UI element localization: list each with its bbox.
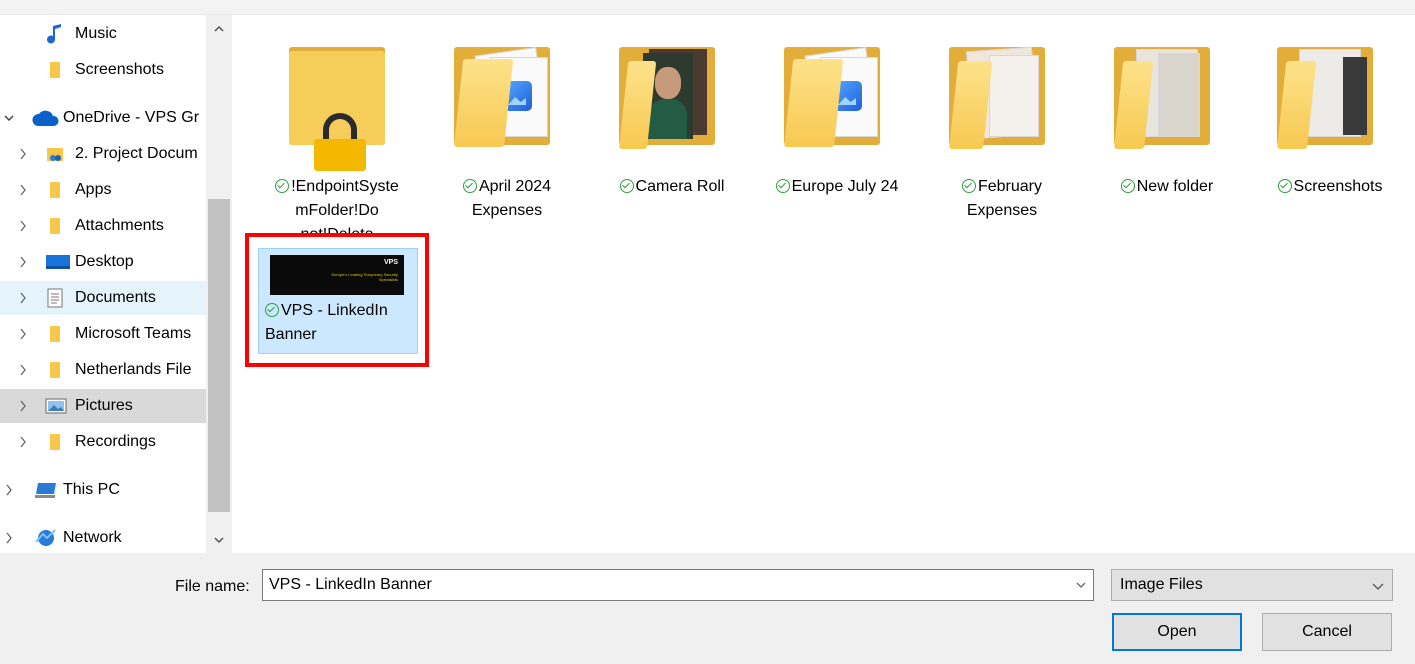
dialog-top-edge (0, 0, 1415, 15)
open-button[interactable]: Open (1112, 613, 1242, 651)
file-tile-selected[interactable]: VPS Europe's Leading Temporary Security … (258, 248, 418, 354)
navigation-pane: Music Screenshots OneDrive - VPS Gr 2. P… (0, 15, 232, 553)
nav-item-microsoft-teams[interactable]: Microsoft Teams (0, 317, 206, 351)
chevron-down-icon (1372, 578, 1384, 596)
file-list-pane: !EndpointSyste mFolder!Do not!Delete Apr… (232, 15, 1415, 553)
sync-status-icon (775, 179, 790, 193)
file-type-select[interactable]: Image Files (1111, 569, 1393, 601)
folder-tile[interactable]: April 2024 Expenses (422, 43, 592, 223)
folder-icon (44, 60, 66, 80)
this-pc-icon (32, 480, 60, 500)
nav-item-apps[interactable]: Apps (0, 173, 206, 207)
documents-icon (44, 288, 66, 308)
folder-tile[interactable]: Europe July 24 (752, 43, 922, 223)
folder-icon (1277, 43, 1373, 149)
lock-icon (314, 113, 366, 171)
scroll-up-arrow-icon[interactable] (206, 17, 232, 39)
vps-logo: VPS (383, 259, 398, 266)
folder-icon (784, 43, 880, 147)
nav-scrollbar[interactable] (206, 15, 232, 553)
sync-status-icon (462, 179, 477, 193)
nav-item-pictures[interactable]: Pictures (0, 389, 206, 423)
nav-item-attachments[interactable]: Attachments (0, 209, 206, 243)
nav-item-network[interactable]: Network (0, 521, 206, 553)
nav-item-music[interactable]: Music (0, 17, 206, 51)
desktop-icon (44, 252, 72, 272)
chevron-right-icon[interactable] (18, 291, 28, 305)
chevron-right-icon[interactable] (18, 399, 28, 413)
nav-item-this-pc[interactable]: This PC (0, 473, 206, 507)
sync-status-icon (1120, 179, 1135, 193)
nav-item-screenshots[interactable]: Screenshots (0, 53, 206, 87)
folder-tile[interactable]: Screenshots (1245, 43, 1415, 223)
folder-icon (949, 43, 1045, 149)
chevron-right-icon[interactable] (18, 147, 28, 161)
nav-item-onedrive[interactable]: OneDrive - VPS Gr (0, 101, 206, 135)
chevron-down-icon[interactable] (4, 111, 14, 125)
folder-name: !EndpointSyste (291, 178, 399, 195)
folder-icon (44, 216, 66, 236)
sharepoint-folder-icon (44, 144, 66, 164)
dialog-footer: File name: Image Files Open Cancel (0, 553, 1415, 664)
nav-item-recordings[interactable]: Recordings (0, 425, 206, 459)
chevron-right-icon[interactable] (18, 183, 28, 197)
folder-icon (454, 43, 550, 147)
folder-icon (619, 43, 715, 149)
thumbnail-tagline: Europe's Leading Temporary Security Spec… (331, 272, 398, 282)
sync-status-icon (619, 179, 634, 193)
sync-status-icon (1277, 179, 1292, 193)
pictures-icon (44, 396, 68, 416)
image-thumbnail: VPS Europe's Leading Temporary Security … (270, 255, 404, 295)
folder-name: New folder (1136, 178, 1214, 195)
chevron-right-icon[interactable] (18, 255, 28, 269)
chevron-right-icon[interactable] (4, 531, 14, 545)
chevron-right-icon[interactable] (4, 483, 14, 497)
scroll-down-arrow-icon[interactable] (206, 529, 232, 551)
folder-tile[interactable]: February Expenses (917, 43, 1087, 223)
network-icon (32, 528, 60, 548)
chevron-right-icon[interactable] (18, 435, 28, 449)
folder-icon (44, 324, 66, 344)
file-type-value: Image Files (1120, 576, 1203, 593)
onedrive-cloud-icon (32, 108, 60, 128)
folder-tile[interactable]: Camera Roll (587, 43, 757, 223)
file-name-input[interactable] (262, 569, 1094, 601)
sync-status-icon (265, 303, 279, 317)
folder-icon (44, 432, 66, 452)
chevron-right-icon[interactable] (18, 363, 28, 377)
scrollbar-thumb[interactable] (208, 199, 230, 512)
nav-item-project-documents[interactable]: 2. Project Docum (0, 137, 206, 171)
sync-status-icon (275, 179, 290, 193)
folder-icon (44, 180, 66, 200)
folder-name: Camera Roll (635, 178, 725, 195)
folder-name: February (977, 178, 1043, 195)
nav-item-desktop[interactable]: Desktop (0, 245, 206, 279)
file-name-label: File name: (175, 578, 250, 595)
folder-icon (1114, 43, 1210, 149)
nav-item-documents[interactable]: Documents (0, 281, 206, 315)
folder-icon (44, 360, 66, 380)
music-note-icon (44, 24, 66, 44)
folder-tile[interactable]: New folder (1082, 43, 1252, 223)
folder-tile[interactable]: !EndpointSyste mFolder!Do not!Delete (252, 43, 422, 253)
chevron-down-icon[interactable] (1072, 577, 1090, 593)
folder-name: Europe July 24 (791, 178, 899, 195)
sync-status-icon (961, 179, 976, 193)
cancel-button[interactable]: Cancel (1262, 613, 1392, 651)
file-name: VPS - LinkedIn (281, 302, 388, 319)
chevron-right-icon[interactable] (18, 219, 28, 233)
nav-item-netherlands-files[interactable]: Netherlands File (0, 353, 206, 387)
chevron-right-icon[interactable] (18, 327, 28, 341)
folder-name: Screenshots (1293, 178, 1383, 195)
folder-name: April 2024 (478, 178, 552, 195)
